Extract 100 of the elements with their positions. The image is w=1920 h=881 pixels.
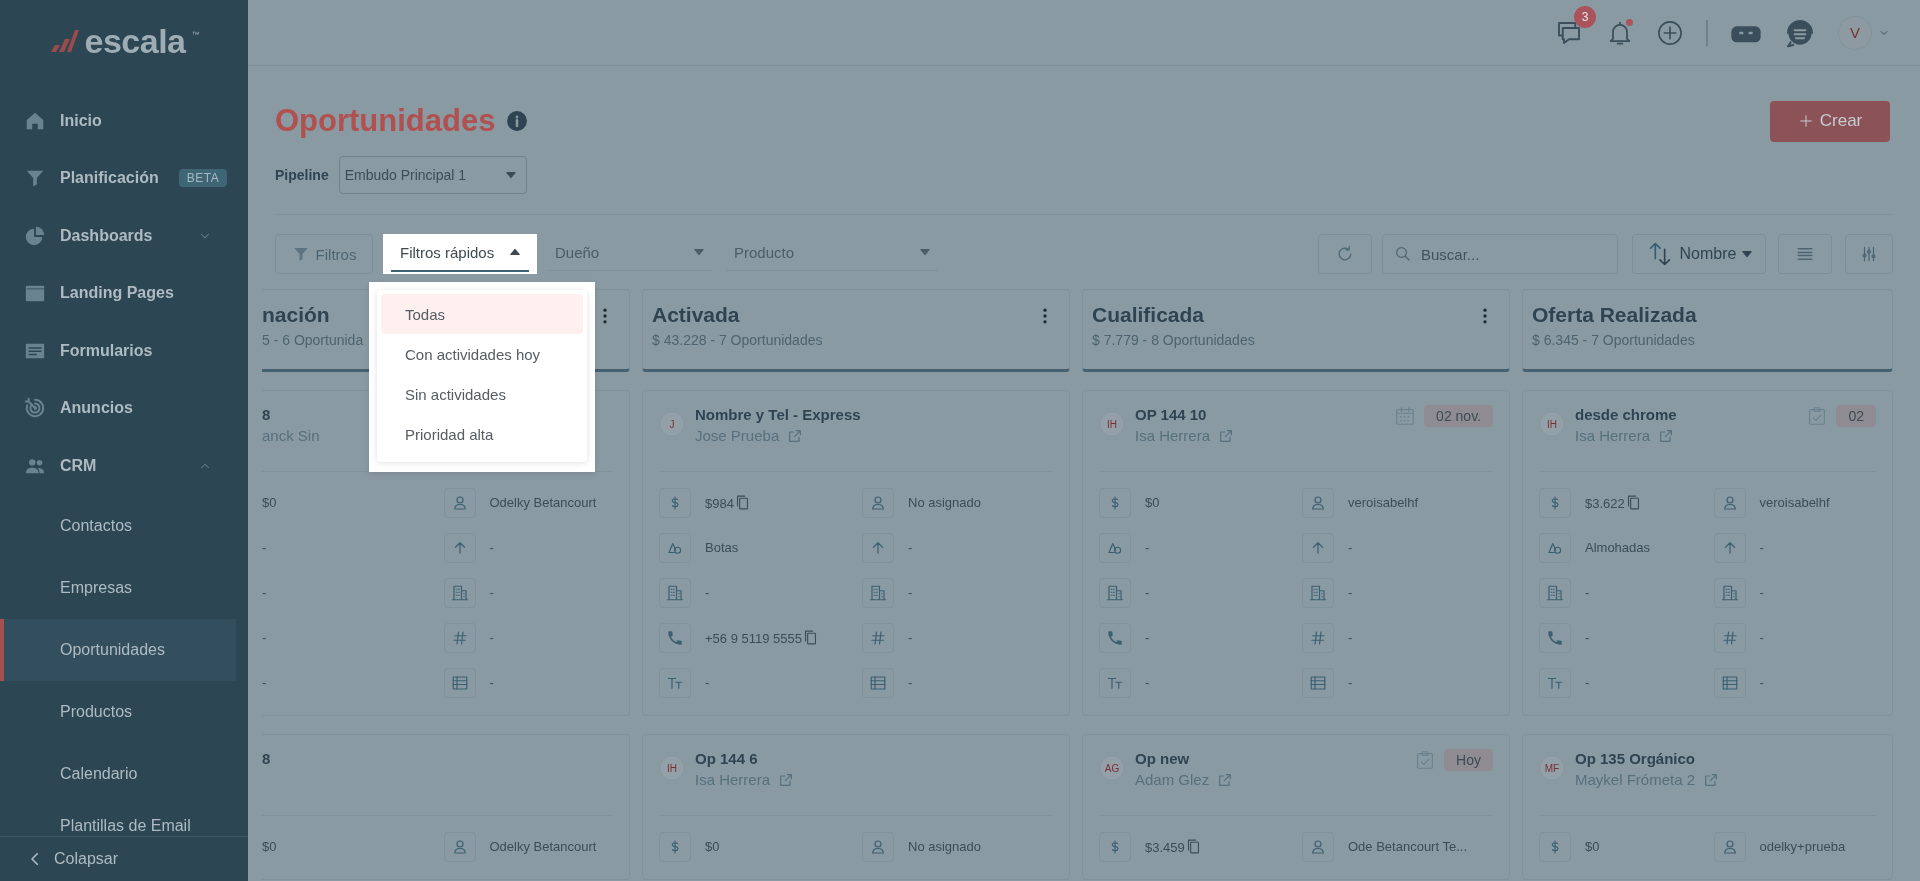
sidebar-item[interactable]: Formularios [0, 322, 236, 380]
external-link-icon[interactable] [1217, 772, 1234, 788]
building-icon [1106, 583, 1124, 602]
column-title: Oferta Realizada [1532, 302, 1697, 328]
logo-text: escala [84, 22, 186, 61]
field-value: Ode Betancourt Te... [1348, 839, 1467, 854]
card-title: 8 [262, 749, 271, 769]
card-title: 8 [262, 405, 272, 425]
avatar: J [659, 411, 685, 437]
beta-badge: BETA [178, 169, 228, 188]
pie-chart-icon [24, 224, 46, 247]
field-value: - [1145, 675, 1150, 690]
field-value: - [262, 630, 267, 645]
hash-icon [869, 628, 887, 647]
field-value: - [1759, 585, 1764, 600]
sidebar-item[interactable]: Inicio [0, 92, 236, 150]
external-link-icon[interactable] [1658, 428, 1675, 444]
trademark: ™ [191, 30, 200, 39]
sidebar-subitem[interactable]: Productos [0, 680, 236, 743]
column-summary: 5 - 6 Oportunida [262, 332, 364, 348]
field-value: $0 [1145, 495, 1160, 510]
avatar: AG [1099, 755, 1125, 781]
avatar: IH [1539, 411, 1565, 437]
field-value: $984 [705, 496, 734, 511]
list-view-button[interactable] [1778, 234, 1832, 274]
user-icon [869, 493, 887, 512]
user-avatar[interactable]: V [1838, 15, 1872, 50]
sidebar-item[interactable]: Landing Pages [0, 264, 236, 322]
field-value: - [908, 630, 913, 645]
field-value: - [1348, 675, 1353, 690]
create-button[interactable]: Crear [1770, 100, 1890, 142]
caret-down-icon [505, 171, 516, 179]
field-value: - [1348, 585, 1353, 600]
external-link-icon[interactable] [1703, 772, 1720, 788]
menu-option[interactable]: Con actividades hoy [381, 334, 583, 374]
avatar: IH [1099, 411, 1125, 437]
user-icon [1309, 837, 1327, 856]
column-summary: $ 7.779 - 8 Oportunidades [1092, 332, 1255, 348]
external-link-icon[interactable] [778, 772, 795, 788]
table-icon [450, 673, 469, 692]
building-icon [450, 583, 469, 602]
field-value: - [908, 585, 913, 600]
phone-icon [666, 628, 684, 647]
field-value: - [1585, 630, 1590, 645]
external-link-icon[interactable] [787, 428, 804, 444]
card-title: OP 144 10 [1135, 405, 1208, 425]
sort-button[interactable]: Nombre [1632, 234, 1766, 274]
menu-option[interactable]: Todas [381, 294, 583, 334]
opportunity-card[interactable]: 8 $0 Odelky Betancourt [262, 734, 630, 880]
field-value: - [1585, 585, 1590, 600]
avatar: IH [659, 755, 685, 781]
column-title: Cualificada [1092, 302, 1205, 328]
sidebar-item[interactable]: Planificación BETA [0, 149, 236, 207]
building-icon [666, 583, 684, 602]
field-value: - [262, 675, 267, 690]
field-value: - [908, 540, 913, 555]
sidebar-item[interactable]: Anuncios [0, 379, 236, 437]
pipeline-label: Pipeline [275, 167, 329, 183]
field-value: +56 9 5119 5555 [705, 631, 802, 646]
field-value: Botas [705, 540, 739, 555]
building-icon [1309, 583, 1327, 602]
sidebar-subitem[interactable]: Empresas [0, 556, 236, 619]
activity-date-badge: Hoy [1444, 749, 1493, 771]
sidebar-item[interactable]: Dashboards [0, 207, 236, 265]
table-icon [1309, 673, 1327, 692]
card-title: desde chrome [1575, 405, 1677, 425]
sidebar-subitem[interactable]: Oportunidades [0, 618, 236, 681]
column-summary: $ 6.345 - 7 Oportunidades [1532, 332, 1695, 348]
field-value: No asignado [908, 495, 981, 510]
field-value: - [1145, 630, 1150, 645]
copy-icon[interactable] [802, 629, 819, 646]
activity-date-badge: 02 nov. [1424, 405, 1493, 427]
info-icon[interactable] [507, 111, 528, 131]
settings-button[interactable] [1845, 234, 1893, 274]
user-icon [869, 837, 887, 856]
menu-option[interactable]: Prioridad alta [381, 414, 583, 454]
pipeline-select[interactable]: Embudo Principal 1 [338, 156, 527, 194]
field-value: - [1348, 540, 1353, 555]
sidebar-subitem[interactable]: Contactos [0, 494, 236, 557]
sidebar-subitem[interactable]: Plantillas de Email [0, 804, 236, 836]
caret-down-icon [1742, 250, 1753, 258]
field-value: - [705, 675, 710, 690]
field-value: - [489, 675, 494, 690]
field-value: - [489, 630, 494, 645]
message-count-badge: 3 [1574, 5, 1596, 28]
add-circle-icon[interactable] [1656, 18, 1684, 47]
sidebar-item[interactable]: CRM [0, 437, 236, 495]
caret-up-icon [510, 248, 520, 256]
field-value: $0 [1585, 839, 1600, 854]
phone-icon [1546, 628, 1564, 647]
building-icon [869, 583, 887, 602]
field-value: - [1759, 630, 1764, 645]
field-value: - [262, 585, 267, 600]
card-title: Op new [1135, 749, 1191, 769]
field-value: - [262, 540, 267, 555]
external-link-icon[interactable] [1218, 428, 1235, 444]
search-field[interactable]: Buscar... [1382, 234, 1618, 274]
sidebar-subitem[interactable]: Calendario [0, 742, 236, 805]
target-icon [24, 397, 46, 420]
field-value: No asignado [908, 839, 981, 854]
